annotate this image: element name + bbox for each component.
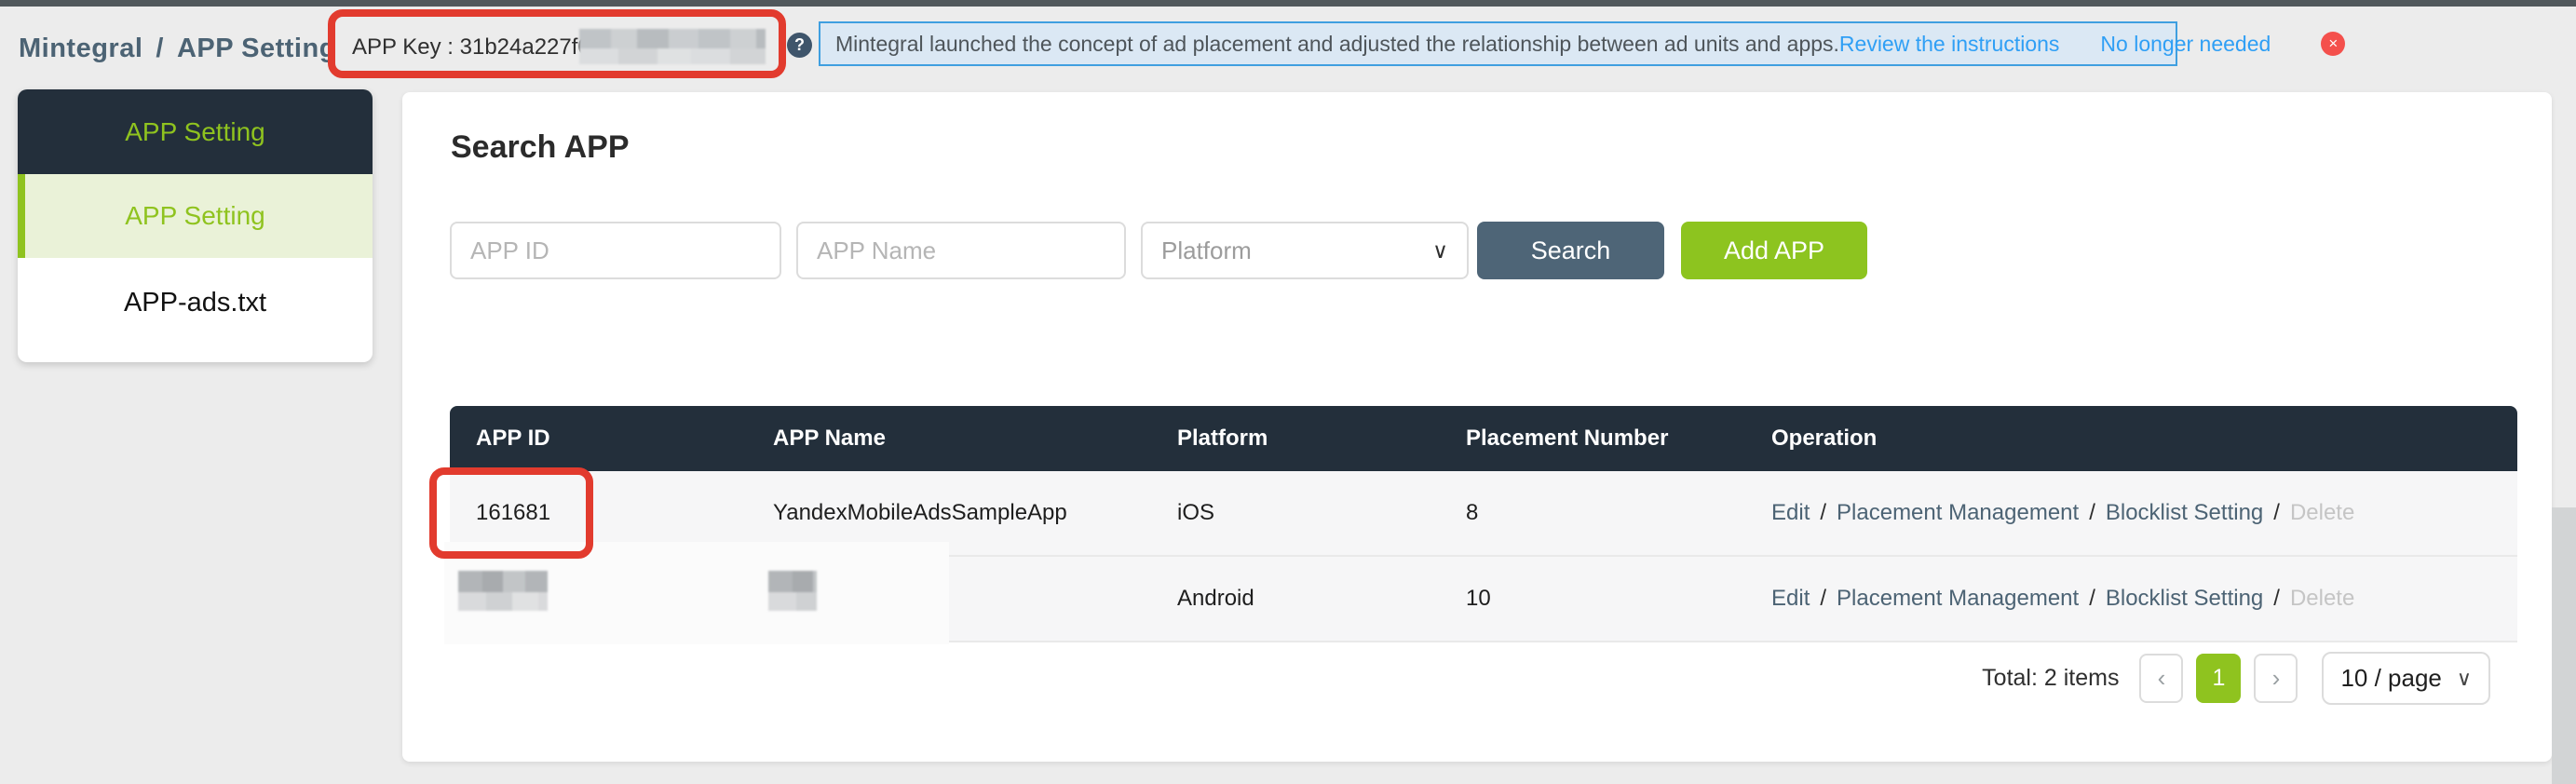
column-header-app-name: APP Name <box>773 426 1177 452</box>
page-size-select[interactable]: 10 / page ∨ <box>2322 652 2490 705</box>
operation-edit-link[interactable]: Edit <box>1771 500 1810 526</box>
search-button[interactable]: Search <box>1477 222 1664 279</box>
platform-select-placeholder: Platform <box>1161 237 1252 265</box>
column-header-placement-number: Placement Number <box>1466 426 1771 452</box>
redaction-overlay <box>444 542 949 644</box>
redacted-app-key-blur <box>579 29 766 64</box>
apps-table: APP ID APP Name Platform Placement Numbe… <box>450 406 2517 642</box>
operation-placement-management-link[interactable]: Placement Management <box>1837 586 2079 612</box>
column-header-app-id: APP ID <box>476 426 773 452</box>
operation-separator: / <box>1820 586 1826 612</box>
operation-separator: / <box>2273 586 2280 612</box>
cell-operations: Edit / Placement Management / Blocklist … <box>1771 586 2517 612</box>
chevron-down-icon: ∨ <box>2457 667 2472 691</box>
breadcrumb-current-page: APP Setting <box>177 34 336 64</box>
page-size-value: 10 / page <box>2340 664 2441 693</box>
chevron-left-icon[interactable]: ‹ <box>2139 654 2183 703</box>
cell-platform: iOS <box>1177 500 1466 526</box>
app-name-input[interactable] <box>796 222 1126 279</box>
help-icon[interactable]: ? <box>787 33 812 58</box>
cell-placement-number: 10 <box>1466 586 1771 612</box>
operation-placement-management-link[interactable]: Placement Management <box>1837 500 2079 526</box>
breadcrumb-separator: / <box>156 34 164 64</box>
cell-app-id: 161681 <box>476 500 773 526</box>
redacted-app-id-blur <box>458 571 548 611</box>
operation-delete-link[interactable]: Delete <box>2290 586 2354 612</box>
search-filters: Platform ∨ Search Add APP <box>450 222 1867 279</box>
column-header-platform: Platform <box>1177 426 1466 452</box>
notification-text: Mintegral launched the concept of ad pla… <box>835 32 1839 57</box>
sidebar: APP Setting APP Setting APP-ads.txt <box>18 89 373 362</box>
operation-delete-link[interactable]: Delete <box>2290 500 2354 526</box>
platform-select[interactable]: Platform ∨ <box>1141 222 1469 279</box>
scrollbar-thumb[interactable] <box>2552 507 2576 784</box>
breadcrumb: Mintegral / APP Setting <box>19 7 336 90</box>
operation-edit-link[interactable]: Edit <box>1771 586 1810 612</box>
chevron-down-icon: ∨ <box>1432 238 1448 264</box>
chevron-right-icon[interactable]: › <box>2254 654 2298 703</box>
no-longer-needed-link[interactable]: No longer needed <box>2100 32 2271 57</box>
app-id-input[interactable] <box>450 222 781 279</box>
pagination: Total: 2 items ‹ 1 › 10 / page ∨ <box>1982 652 2490 705</box>
sidebar-section-app-setting[interactable]: APP Setting <box>18 89 373 174</box>
notification-bar: Mintegral launched the concept of ad pla… <box>819 21 2177 66</box>
cell-platform: Android <box>1177 586 1466 612</box>
cell-app-name: YandexMobileAdsSampleApp <box>773 500 1177 526</box>
redacted-app-name-blur <box>768 571 817 611</box>
operation-blocklist-setting-link[interactable]: Blocklist Setting <box>2106 586 2263 612</box>
operation-blocklist-setting-link[interactable]: Blocklist Setting <box>2106 500 2263 526</box>
main-panel: Search APP Platform ∨ Search Add APP APP… <box>402 92 2552 762</box>
review-instructions-link[interactable]: Review the instructions <box>1839 32 2060 57</box>
breadcrumb-app-link[interactable]: Mintegral <box>19 34 142 64</box>
add-app-button[interactable]: Add APP <box>1681 222 1867 279</box>
table-header-row: APP ID APP Name Platform Placement Numbe… <box>450 406 2517 471</box>
page-title: Search APP <box>451 129 630 166</box>
app-setting-page: Mintegral / APP Setting APP Key : 31b24a… <box>0 0 2576 784</box>
close-icon[interactable]: × <box>2321 32 2345 56</box>
operation-separator: / <box>2089 500 2095 526</box>
operation-separator: / <box>2273 500 2280 526</box>
pagination-page-1[interactable]: 1 <box>2196 654 2241 703</box>
cell-placement-number: 8 <box>1466 500 1771 526</box>
pagination-total: Total: 2 items <box>1982 665 2119 692</box>
cell-operations: Edit / Placement Management / Blocklist … <box>1771 500 2517 526</box>
operation-separator: / <box>1820 500 1826 526</box>
sidebar-item-app-ads-txt[interactable]: APP-ads.txt <box>18 258 373 347</box>
column-header-operation: Operation <box>1771 426 2517 452</box>
operation-separator: / <box>2089 586 2095 612</box>
window-top-strip <box>0 0 2576 7</box>
table-row: Android 10 Edit / Placement Management /… <box>450 557 2517 642</box>
sidebar-item-app-setting[interactable]: APP Setting <box>18 174 373 258</box>
